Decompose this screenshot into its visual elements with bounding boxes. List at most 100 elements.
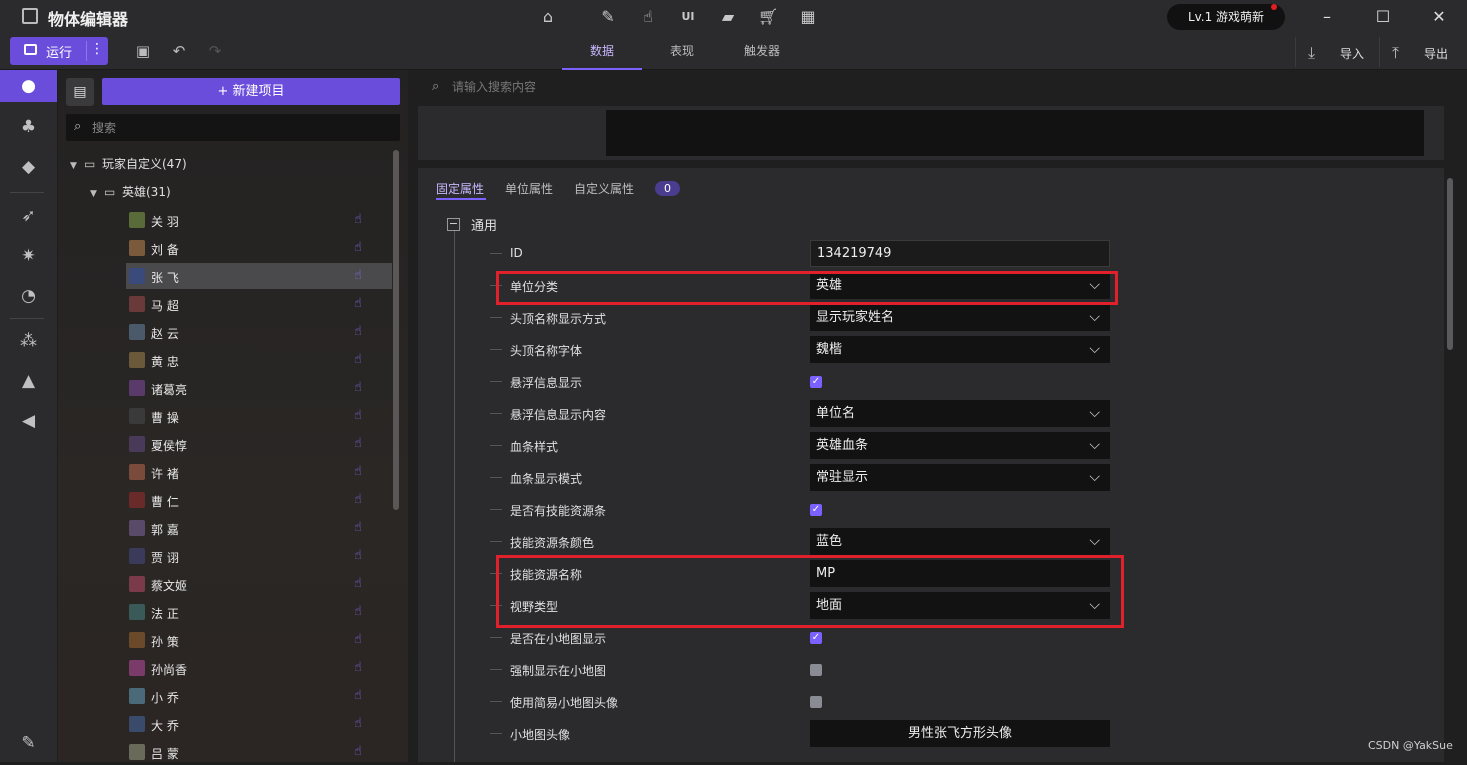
edit-icon[interactable]: ✎: [0, 727, 57, 759]
main-scrollbar[interactable]: [1447, 178, 1453, 350]
property-select[interactable]: 显示玩家姓名 ⌵: [810, 304, 1110, 331]
chevron-down-icon[interactable]: ⌵: [1089, 304, 1100, 331]
nodes-icon[interactable]: ⁂: [0, 325, 57, 357]
undo-icon[interactable]: ↶: [170, 42, 188, 60]
chevron-down-icon[interactable]: ⌵: [1089, 528, 1100, 555]
hand-icon[interactable]: ☝: [354, 436, 362, 451]
tree-scrollbar[interactable]: [393, 150, 399, 510]
minimize-icon[interactable]: –: [1316, 6, 1338, 28]
hand-icon[interactable]: ☝: [354, 632, 362, 647]
ui-icon[interactable]: UI: [678, 7, 698, 27]
hand-icon[interactable]: ☝: [354, 492, 362, 507]
hero-item[interactable]: 蔡文姬 ☝: [126, 571, 392, 597]
chevron-down-icon[interactable]: ⌵: [1089, 336, 1100, 363]
collapse-icon[interactable]: −: [447, 218, 460, 231]
tab-triggers[interactable]: 触发器: [722, 34, 802, 70]
hero-item[interactable]: 曹 操 ☝: [126, 403, 392, 429]
hero-item[interactable]: 曹 仁 ☝: [126, 487, 392, 513]
hero-item[interactable]: 大 乔 ☝: [126, 711, 392, 737]
tab-custom-properties[interactable]: 自定义属性: [574, 180, 634, 197]
hero-item[interactable]: 贾 诩 ☝: [126, 543, 392, 569]
grid-icon[interactable]: ▦: [798, 7, 818, 27]
hand-icon[interactable]: ☝: [354, 296, 362, 311]
tree-search-input[interactable]: [92, 118, 382, 137]
hand-icon[interactable]: ☝: [354, 604, 362, 619]
save-icon[interactable]: ▣: [134, 42, 152, 60]
hand-icon[interactable]: ☝: [354, 240, 362, 255]
hero-item[interactable]: 小 乔 ☝: [126, 683, 392, 709]
hand-icon[interactable]: ☝: [354, 660, 362, 675]
property-checkbox[interactable]: ✓: [810, 632, 822, 644]
run-button[interactable]: 运行 ⋮: [10, 37, 108, 65]
hand-icon[interactable]: ☝: [354, 324, 362, 339]
hero-item[interactable]: 诸葛亮 ☝: [126, 375, 392, 401]
hand-icon[interactable]: ☝: [354, 548, 362, 563]
property-select[interactable]: 英雄血条 ⌵: [810, 432, 1110, 459]
brush-icon[interactable]: ✎: [598, 7, 618, 27]
user-level-badge[interactable]: Lv.1 游戏萌新: [1167, 4, 1285, 30]
folder-root[interactable]: ▼ ▭ 玩家自定义(47): [70, 151, 187, 177]
tab-data[interactable]: 数据: [562, 34, 642, 70]
hand-icon[interactable]: ☝: [638, 7, 658, 27]
cube-icon[interactable]: ◆: [0, 151, 57, 183]
expand-icon[interactable]: ▼: [90, 181, 104, 207]
cart-icon[interactable]: 🛒︎: [758, 7, 778, 27]
property-select[interactable]: 常驻显示 ⌵: [810, 464, 1110, 491]
bow-icon[interactable]: ➶: [0, 200, 57, 232]
hero-item[interactable]: 赵 云 ☝: [126, 319, 392, 345]
maximize-icon[interactable]: ☐: [1372, 6, 1394, 28]
hand-icon[interactable]: ☝: [354, 744, 362, 759]
hero-item[interactable]: 夏侯惇 ☝: [126, 431, 392, 457]
hero-item[interactable]: 刘 备 ☝: [126, 235, 392, 261]
hero-item[interactable]: 张 飞 ☝: [126, 263, 392, 289]
hand-icon[interactable]: ☝: [354, 520, 362, 535]
tab-unit-properties[interactable]: 单位属性: [505, 180, 553, 197]
hero-item[interactable]: 郭 嘉 ☝: [126, 515, 392, 541]
hero-item[interactable]: 黄 忠 ☝: [126, 347, 392, 373]
property-checkbox[interactable]: [810, 696, 822, 708]
property-checkbox[interactable]: ✓: [810, 376, 822, 388]
hero-item[interactable]: 孙尚香 ☝: [126, 655, 392, 681]
hand-icon[interactable]: ☝: [354, 688, 362, 703]
chevron-down-icon[interactable]: ⌵: [1089, 400, 1100, 427]
expand-icon[interactable]: ▼: [70, 153, 84, 179]
export-button[interactable]: ⤒ 导出: [1379, 37, 1463, 67]
hand-icon[interactable]: ☝: [354, 352, 362, 367]
property-input[interactable]: 134219749: [810, 240, 1110, 267]
hand-icon[interactable]: ☝: [354, 212, 362, 227]
home-icon[interactable]: ⌂: [538, 7, 558, 27]
hand-icon[interactable]: ☝: [354, 268, 362, 283]
hero-item[interactable]: 马 超 ☝: [126, 291, 392, 317]
more-icon[interactable]: ⋮: [90, 41, 104, 57]
swirl-icon[interactable]: ◔: [0, 280, 57, 312]
chevron-down-icon[interactable]: ⌵: [1089, 464, 1100, 491]
property-select[interactable]: 魏楷 ⌵: [810, 336, 1110, 363]
chevron-down-icon[interactable]: ⌵: [1089, 432, 1100, 459]
hero-item[interactable]: 孙 策 ☝: [126, 627, 392, 653]
hero-item[interactable]: 关 羽 ☝: [126, 207, 392, 233]
folder-icon[interactable]: ▰: [718, 7, 738, 27]
main-search-input[interactable]: [452, 78, 1052, 96]
hand-icon[interactable]: ☝: [354, 716, 362, 731]
import-button[interactable]: ⤓ 导入: [1295, 37, 1375, 67]
collection-icon[interactable]: ▤: [66, 78, 94, 106]
tab-fixed-properties[interactable]: 固定属性: [436, 180, 484, 197]
new-item-button[interactable]: + 新建项目: [102, 78, 400, 105]
redo-icon[interactable]: ↷: [206, 42, 224, 60]
hero-item[interactable]: 吕 蒙 ☝: [126, 739, 392, 765]
sparkle-icon[interactable]: ✷: [0, 240, 57, 272]
property-select[interactable]: 单位名 ⌵: [810, 400, 1110, 427]
property-checkbox[interactable]: ✓: [810, 504, 822, 516]
property-checkbox[interactable]: [810, 664, 822, 676]
property-select[interactable]: 蓝色 ⌵: [810, 528, 1110, 555]
person-icon[interactable]: ●: [0, 70, 57, 102]
speaker-icon[interactable]: ◀: [0, 405, 57, 437]
hand-icon[interactable]: ☝: [354, 408, 362, 423]
tree-icon[interactable]: ♣: [0, 111, 57, 143]
folder-heroes[interactable]: ▼ ▭ 英雄(31): [90, 179, 171, 205]
property-picker-button[interactable]: 男性张飞方形头像: [810, 720, 1110, 747]
hat-icon[interactable]: ▲: [0, 365, 57, 397]
hand-icon[interactable]: ☝: [354, 380, 362, 395]
hero-item[interactable]: 法 正 ☝: [126, 599, 392, 625]
hero-item[interactable]: 许 褚 ☝: [126, 459, 392, 485]
